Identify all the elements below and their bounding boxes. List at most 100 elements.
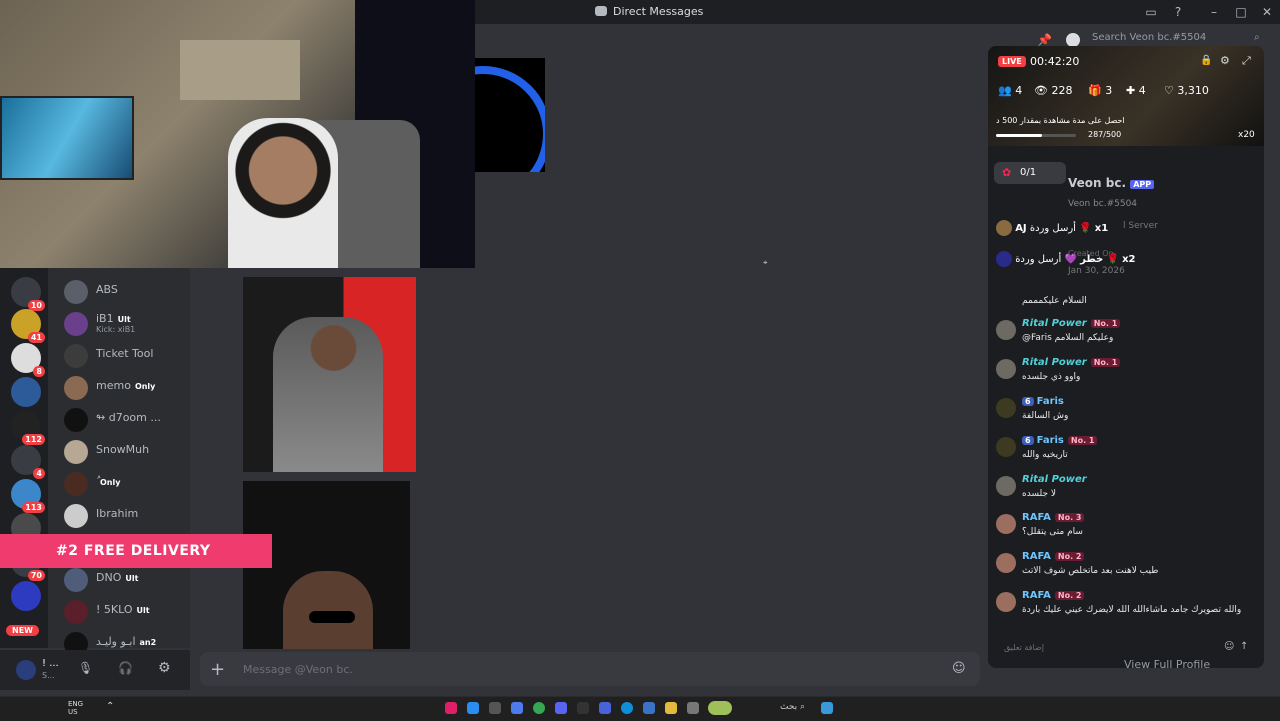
stream-panel: LIVE 00:42:20 🔒 ⚙ ⤢ 👥 4 👁 228 🎁 3 ✚ 4 ♡ … <box>988 46 1264 668</box>
gear-icon[interactable]: ⚙ <box>1220 54 1230 67</box>
server-hint: l Server <box>1123 221 1158 231</box>
emoji-icon[interactable]: ☺ <box>952 661 966 676</box>
avatar <box>996 437 1016 457</box>
app-icon[interactable] <box>821 702 833 714</box>
dm-item[interactable]: Ibrahim <box>64 502 190 530</box>
lock-icon[interactable]: 🔒 <box>1200 55 1212 66</box>
shared-image[interactable] <box>243 277 416 472</box>
avatar <box>64 472 88 496</box>
maximize-icon[interactable]: □ <box>1233 4 1249 20</box>
avatar <box>996 398 1016 418</box>
live-badge: LIVE <box>998 56 1026 67</box>
server-rail: 10 41 8 112 4 113 70 NEW <box>0 268 48 648</box>
view-profile-button[interactable]: View Full Profile <box>1124 658 1210 671</box>
avatar <box>996 592 1016 612</box>
streamer <box>228 118 338 268</box>
stream-thumbnail[interactable] <box>475 58 545 172</box>
dm-item[interactable]: SnowMuh <box>64 438 190 466</box>
new-badge[interactable]: NEW <box>6 625 39 636</box>
dm-item[interactable]: ABS <box>64 278 190 306</box>
message-input[interactable]: Message @Veon bc. <box>243 663 353 676</box>
promo-banner: #2 FREE DELIVERY <box>0 534 272 568</box>
stream-comment-input[interactable]: إضافة تعليق ☺ ↑ <box>998 639 1256 657</box>
plus-icon[interactable]: + <box>210 659 225 680</box>
rose-counter[interactable]: ✿ 0/1 <box>994 162 1066 184</box>
add-friend-icon[interactable] <box>1066 33 1080 47</box>
server-icon[interactable]: 113 <box>11 479 45 513</box>
weather-icon[interactable] <box>708 701 732 715</box>
dm-item[interactable]: iB1 Ult Kick: xiB1 <box>64 310 190 338</box>
server-icon[interactable]: 4 <box>11 445 45 479</box>
language-indicator[interactable]: ENG US <box>68 700 83 716</box>
avatar <box>996 320 1016 340</box>
dm-item[interactable]: ! 5KLO Ult <box>64 598 190 626</box>
like-count: ♡ 3,310 <box>1164 84 1209 97</box>
view-count: 👁 228 <box>1034 84 1073 97</box>
avatar <box>996 514 1016 534</box>
streamer-handle: Veon bc.#5504 <box>1068 199 1138 209</box>
tv-screen <box>0 96 134 180</box>
avatar <box>64 376 88 400</box>
edge-icon[interactable] <box>621 702 633 714</box>
app-icon[interactable] <box>577 702 589 714</box>
store-icon[interactable] <box>643 702 655 714</box>
popout-icon[interactable]: ⤢ <box>1242 54 1251 68</box>
avatar <box>64 344 88 368</box>
gift-item: AJ أرسل وردة 🌹 x1 <box>996 220 1108 236</box>
dm-item[interactable]: DNO Ult <box>64 566 190 594</box>
server-icon[interactable]: 112 <box>11 411 45 445</box>
folder-icon[interactable] <box>665 702 677 714</box>
server-icon[interactable] <box>11 377 41 407</box>
rose-icon: ✿ <box>1002 166 1012 179</box>
app-icon[interactable] <box>599 702 611 714</box>
app-icon[interactable] <box>687 702 699 714</box>
dm-item[interactable]: ↬ d7oom ... <box>64 406 190 434</box>
dm-item[interactable]: memo Only <box>64 374 190 402</box>
app-icon[interactable] <box>467 702 479 714</box>
user-status: S... <box>42 671 55 680</box>
tiktok-icon[interactable] <box>445 702 457 714</box>
headphones-icon[interactable]: 🎧 <box>118 661 133 675</box>
sunglasses-graphic <box>309 611 355 623</box>
goal-text: احصل على مدة مشاهدة بمقدار 500 د <box>996 116 1125 125</box>
chrome-icon[interactable] <box>533 702 545 714</box>
avatar <box>996 476 1016 496</box>
group-count: 👥 4 <box>998 84 1023 97</box>
taskbar-search[interactable]: بحث ⌕ <box>780 702 805 712</box>
dm-item[interactable]: ُOnly <box>64 470 190 498</box>
avatar <box>64 408 88 432</box>
inbox-icon[interactable]: ▭ <box>1143 4 1159 20</box>
app-icon[interactable] <box>489 702 501 714</box>
streamer-name: Veon bc. APP <box>1068 176 1155 190</box>
wall-frames <box>180 40 300 100</box>
avatar <box>64 440 88 464</box>
cursor-icon: ⌖ <box>763 258 768 267</box>
microphone-icon[interactable]: 🎙 <box>78 661 93 675</box>
server-icon[interactable]: 8 <box>11 343 45 377</box>
close-icon[interactable]: ✕ <box>1259 4 1275 20</box>
webcam-overlay <box>0 0 475 268</box>
goal-progress-text: 287/500 <box>1088 130 1122 139</box>
app-icon[interactable] <box>511 702 523 714</box>
avatar <box>996 553 1016 573</box>
minimize-icon[interactable]: – <box>1206 4 1222 20</box>
send-icon[interactable]: ↑ <box>1240 641 1248 652</box>
dm-item[interactable]: Ticket Tool <box>64 342 190 370</box>
avatar[interactable] <box>16 660 36 680</box>
gear-icon[interactable]: ⚙ <box>158 660 171 676</box>
user-panel: ! ... S... 🎙 🎧 ⚙ <box>0 650 190 690</box>
chevron-up-icon[interactable]: ⌃ <box>106 701 114 712</box>
server-icon[interactable]: 41 <box>11 309 45 343</box>
window-title: Direct Messages <box>613 5 704 18</box>
emoji-icon[interactable]: ☺ <box>1224 641 1234 652</box>
discord-icon[interactable] <box>555 702 567 714</box>
avatar <box>64 600 88 624</box>
help-icon[interactable]: ? <box>1170 4 1186 20</box>
server-icon[interactable]: 10 <box>11 277 45 311</box>
avatar <box>64 568 88 592</box>
pin-icon[interactable]: 📌 <box>1037 33 1052 47</box>
avatar <box>64 280 88 304</box>
created-date: Jan 30, 2026 <box>1068 266 1125 276</box>
dm-list: ABS iB1 Ult Kick: xiB1 Ticket Tool memo Onl… <box>48 268 190 656</box>
server-icon[interactable] <box>11 581 41 611</box>
